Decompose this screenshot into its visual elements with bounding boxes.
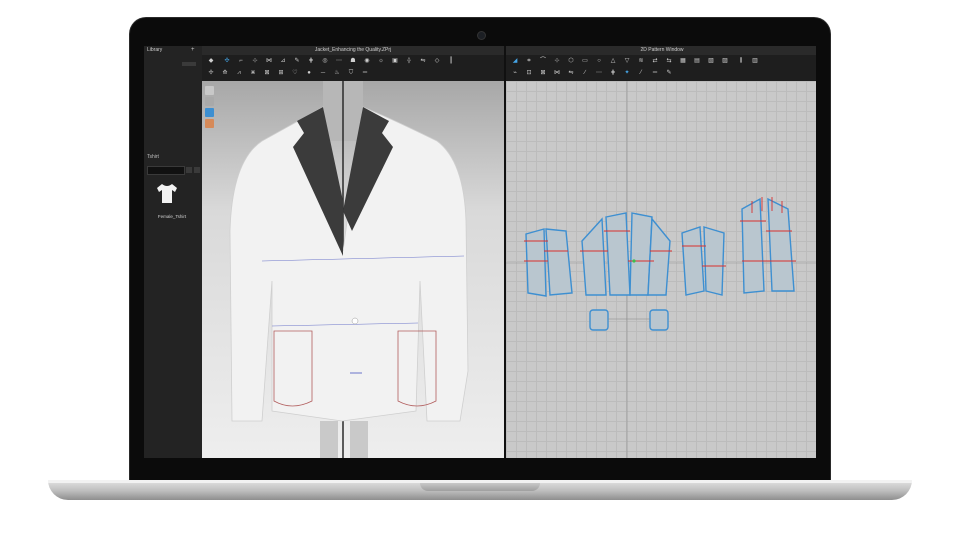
hanger-tool-icon[interactable]: ⛉ — [348, 70, 354, 76]
search-icon[interactable] — [186, 167, 192, 173]
laptop-opening-notch — [420, 483, 540, 491]
annotation-icon[interactable]: ✎ — [666, 70, 672, 76]
camera-tool-icon[interactable]: ◉ — [364, 58, 370, 64]
library-search-input[interactable] — [147, 166, 185, 175]
chart-icon[interactable]: ▥ — [752, 58, 758, 64]
circle-icon[interactable]: ○ — [596, 58, 602, 64]
rectangle-icon[interactable]: ▭ — [582, 58, 588, 64]
add-point-icon[interactable]: ⊹ — [554, 58, 560, 64]
pleat-2d-icon[interactable]: ⫼ — [738, 58, 744, 64]
webcam-icon — [478, 32, 485, 39]
dash-tool-icon[interactable]: ─ — [320, 70, 326, 76]
dart-icon[interactable]: △ — [610, 58, 616, 64]
symmetric-icon[interactable]: ⇋ — [568, 70, 574, 76]
3d-window-title: Jacket_Enhancing the Quality.ZPrj — [202, 46, 504, 55]
zip-tool-icon[interactable]: ⋕ — [308, 58, 314, 64]
heart-tool-icon[interactable]: ♡ — [292, 70, 298, 76]
steam-tool-icon[interactable]: ♨ — [334, 70, 340, 76]
slash-spread-icon[interactable]: ⊠ — [540, 70, 546, 76]
measure-2d-icon[interactable]: ═ — [652, 70, 658, 76]
line-tool-icon[interactable]: ┃ — [448, 58, 454, 64]
2d-toolbar: ◢ ⌗ ⌒ ⊹ ⬡ ▭ ○ △ ▽ ≋ ⇄ ⇆ ▦ ▤ ▧ ▨ ⫼ ▥ ⌁ ⊡ … — [506, 55, 816, 81]
avatar-tool-icon[interactable]: ☗ — [350, 58, 356, 64]
grid-icon[interactable]: ▦ — [680, 58, 686, 64]
seam-tool-icon[interactable]: ⩘ — [236, 70, 242, 76]
fold-tool-icon[interactable]: ⌐ — [238, 58, 244, 64]
pleat-tool-icon[interactable]: ⟰ — [222, 70, 228, 76]
edit-curve-icon[interactable]: ⌒ — [540, 58, 546, 64]
move-tool-icon[interactable]: ✣ — [224, 58, 230, 64]
zipper-icon[interactable]: ⋕ — [610, 70, 616, 76]
strain-tool-icon[interactable]: ⊠ — [264, 70, 270, 76]
snap-tool-icon[interactable]: ⋇ — [250, 70, 256, 76]
trim-tool-icon[interactable]: ⟠ — [406, 58, 412, 64]
library-title: Library — [147, 47, 163, 53]
shape-tool-icon[interactable]: ◇ — [434, 58, 440, 64]
library-panel: Library + Tshirt Female_Tshirt — [144, 46, 203, 458]
ruler-tool-icon[interactable]: ═ — [362, 70, 368, 76]
select-tool-icon[interactable]: ◆ — [208, 58, 214, 64]
tshirt-icon[interactable] — [156, 182, 178, 204]
3d-garment-window[interactable]: Jacket_Enhancing the Quality.ZPrj ◆ ✣ ⌐ … — [202, 46, 504, 458]
light-tool-icon[interactable]: ☼ — [378, 58, 384, 64]
graphic-icon[interactable]: ▨ — [722, 58, 728, 64]
notch-icon[interactable]: ▽ — [624, 58, 630, 64]
transform-pattern-icon[interactable]: ◢ — [512, 58, 518, 64]
render-tool-icon[interactable]: ▣ — [392, 58, 398, 64]
library-toolbar[interactable] — [182, 62, 196, 66]
internal-line-icon[interactable]: ∕ — [582, 70, 588, 76]
library-section-label: Tshirt — [147, 154, 159, 160]
sew-icon[interactable]: ≋ — [638, 58, 644, 64]
polygon-icon[interactable]: ⬡ — [568, 58, 574, 64]
texture-edit-icon[interactable]: ▧ — [708, 58, 714, 64]
pin-tool-icon[interactable]: ⊹ — [252, 58, 258, 64]
segment-sew-icon[interactable]: ⇄ — [652, 58, 658, 64]
button-tool-icon[interactable]: ◎ — [322, 58, 328, 64]
laptop-bezel-bottom — [130, 458, 830, 480]
pattern-pieces[interactable] — [506, 81, 816, 458]
seam-line-icon[interactable]: ⁄ — [638, 70, 644, 76]
elastic-icon[interactable]: ⋈ — [554, 70, 560, 76]
tack-tool-icon[interactable]: ⋈ — [266, 58, 272, 64]
symmetry-tool-icon[interactable]: ⇋ — [420, 58, 426, 64]
topstitch-tool-icon[interactable]: ⋯ — [336, 58, 342, 64]
arrange-icon[interactable]: ✦ — [624, 70, 630, 76]
brush-tool-icon[interactable]: ✎ — [294, 58, 300, 64]
app-screen: Library + Tshirt Female_Tshirt Jacket_En… — [144, 46, 816, 458]
edit-tool-icon[interactable]: ✢ — [208, 70, 214, 76]
3d-toolbar: ◆ ✣ ⌐ ⊹ ⋈ ⊿ ✎ ⋕ ◎ ⋯ ☗ ◉ ☼ ▣ ⟠ ⇋ ◇ ┃ ✢ ⟰ … — [202, 55, 504, 81]
add-icon[interactable]: + — [191, 47, 196, 53]
measure-tool-icon[interactable]: ⊿ — [280, 58, 286, 64]
trace-icon[interactable]: ⌁ — [512, 70, 518, 76]
view-toggle-icon[interactable] — [194, 167, 200, 173]
sphere-tool-icon[interactable]: ● — [306, 70, 312, 76]
2d-window-title: 2D Pattern Window — [506, 46, 816, 55]
fold-icon[interactable]: ▤ — [694, 58, 700, 64]
library-item-label[interactable]: Female_Tshirt — [147, 214, 197, 219]
jacket-3d-model[interactable] — [202, 81, 504, 458]
offset-icon[interactable]: ⊡ — [526, 70, 532, 76]
free-sew-icon[interactable]: ⇆ — [666, 58, 672, 64]
fit-tool-icon[interactable]: ⊞ — [278, 70, 284, 76]
topstitch-2d-icon[interactable]: ⋯ — [596, 70, 602, 76]
2d-pattern-window[interactable]: 2D Pattern Window ◢ ⌗ ⌒ ⊹ ⬡ ▭ ○ △ ▽ ≋ ⇄ … — [504, 46, 816, 458]
edit-point-icon[interactable]: ⌗ — [526, 58, 532, 64]
